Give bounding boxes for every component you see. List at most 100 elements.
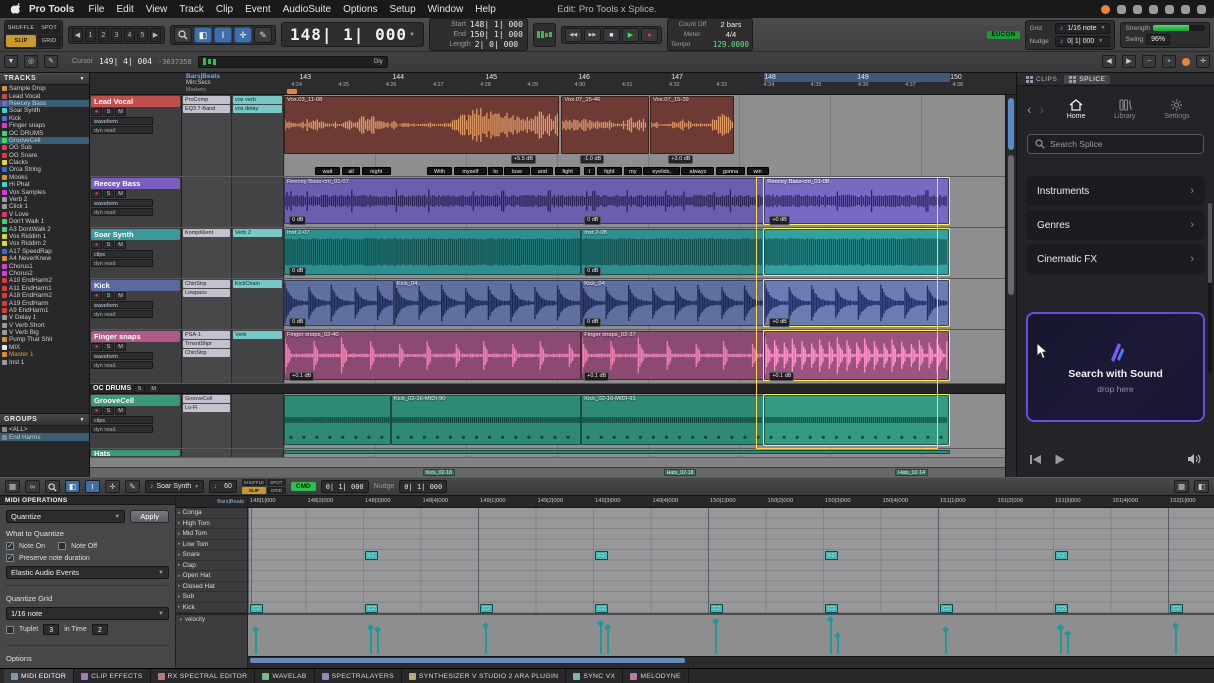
drum-lane-clap[interactable]: ▸Clap	[176, 561, 247, 572]
track-list-item-chorus1[interactable]: Chorus1	[0, 262, 89, 269]
note-off-checkbox[interactable]	[58, 542, 66, 550]
track-list-item-a9-endharm1[interactable]: A9 EndHarm1	[0, 307, 89, 314]
edit-vertical-scrollbar[interactable]	[1005, 95, 1016, 477]
velocity-stem[interactable]	[485, 626, 487, 654]
strength-slider[interactable]	[1153, 25, 1205, 31]
scrollbar-thumb[interactable]	[250, 658, 685, 663]
apply-button[interactable]: Apply	[130, 510, 169, 523]
counter-caret-icon[interactable]: ▼	[409, 32, 415, 38]
track-list-item-mix[interactable]: MIX	[0, 344, 89, 351]
track-list-item-groovecell[interactable]: GrooveCell	[0, 137, 89, 144]
roll-ruler-label[interactable]: Bars|Beats	[176, 496, 247, 508]
play-button[interactable]: ▶	[622, 28, 639, 42]
midi-mode-grid[interactable]: GRID	[267, 487, 286, 494]
keyboard-icon[interactable]	[1117, 5, 1126, 14]
track-view-selector[interactable]: clips	[91, 416, 153, 424]
lyric-chip[interactable]: always	[681, 167, 714, 175]
main-counter-cluster[interactable]: 148| 1| 000 ▼	[281, 22, 424, 47]
nudge-value[interactable]: ♪0| 1| 000▼	[1055, 36, 1111, 47]
record-arm-button[interactable]: ●	[91, 108, 102, 116]
track-name[interactable]: Soar Synth	[91, 229, 180, 240]
elastic-audio-events-selector[interactable]: Elastic Audio Events▼	[6, 566, 169, 579]
menu-event[interactable]: Event	[239, 4, 277, 15]
audio-clip[interactable]: Reecey Bass-cm_01-08	[764, 178, 948, 224]
groups-panel-header[interactable]: GROUPS▼	[0, 414, 89, 426]
velocity-stem[interactable]	[830, 620, 832, 654]
fast-forward-button[interactable]: ▶▶	[584, 28, 601, 42]
audio-clip[interactable]	[284, 450, 950, 454]
trim-tool-icon[interactable]: ◧	[65, 480, 80, 493]
track-list-item-og-sub[interactable]: OG Sub	[0, 144, 89, 151]
zoom-preset-5[interactable]: 5	[137, 28, 148, 42]
automation-mode-selector[interactable]: dyn read	[91, 361, 153, 369]
track-list-item-vox-samples[interactable]: Vox Samples	[0, 188, 89, 195]
track-list-item-a18-endharm2[interactable]: A18 EndHarm2	[0, 292, 89, 299]
send-verb-2[interactable]: Verb 2	[233, 229, 282, 237]
bottom-tab-wavelab[interactable]: WAVELAB	[255, 669, 314, 683]
audio-clip[interactable]: Vox.03_11-08	[284, 96, 559, 154]
overview-strip[interactable]: Kick_02-18Hats_02-18Hats_02-14	[90, 467, 1016, 477]
pencil-icon[interactable]: ✎	[44, 55, 58, 68]
track-list-item-pump-that-shit[interactable]: Pump That Shit	[0, 336, 89, 343]
grabber-tool[interactable]: ✛	[234, 27, 252, 43]
drum-lane-mid-tom[interactable]: ▸Mid Tom	[176, 529, 247, 540]
midi-note-snare[interactable]: F2	[365, 551, 378, 560]
insert-chinstrp[interactable]: ChinStrp	[183, 349, 230, 357]
count-off-value[interactable]: 2 bars	[721, 20, 742, 29]
next-marker-button[interactable]: ▶	[1122, 55, 1136, 68]
pencil-tool-icon[interactable]: ✎	[125, 480, 140, 493]
menu-view[interactable]: View	[140, 4, 174, 15]
midi-note-kick[interactable]: C2	[1170, 604, 1183, 613]
battery-icon[interactable]	[1165, 5, 1174, 14]
operation-selector[interactable]: Quantize▼	[6, 510, 125, 523]
splice-nav-home[interactable]: Home	[1067, 99, 1086, 120]
track-name[interactable]: Lead Vocal	[91, 96, 180, 107]
tab-splice[interactable]: SPLICE	[1064, 75, 1110, 84]
lyric-chip[interactable]: eyelids,	[643, 167, 680, 175]
menu-setup[interactable]: Setup	[384, 4, 422, 15]
menu-clip[interactable]: Clip	[210, 4, 239, 15]
audio-clip[interactable]: Reecey Bass-cm_01-07	[284, 178, 764, 224]
notification-badge[interactable]	[1101, 5, 1110, 14]
rewind-button[interactable]: ◀◀	[565, 28, 582, 42]
expand-lane-icon[interactable]: ▸	[178, 604, 181, 610]
cursor-tool-icon[interactable]: ▼	[4, 55, 18, 68]
audio-clip[interactable]: Vox.07_15-39	[650, 96, 734, 154]
expand-lane-icon[interactable]: ▸	[178, 552, 181, 558]
automation-mode-selector[interactable]: dyn read	[91, 310, 153, 318]
track-list-item-v-delay-1[interactable]: V Delay 1	[0, 314, 89, 321]
track-list-item-chorus2[interactable]: Chorus2	[0, 270, 89, 277]
track-lane-hats[interactable]	[284, 449, 1016, 457]
markers-ruler-label[interactable]: Markers	[186, 87, 284, 94]
send-kickchain[interactable]: KickChain	[233, 280, 282, 288]
mode-grid[interactable]: GRID	[37, 35, 61, 47]
insert-lowpass[interactable]: Lowpass	[183, 289, 230, 297]
mute-button[interactable]: M	[115, 343, 126, 351]
track-list-item-reecey-bass[interactable]: Reecey Bass	[0, 100, 89, 107]
forward-icon[interactable]: ›	[1040, 102, 1045, 116]
track-list-item-a3-dontwalk-2[interactable]: A3 DontWalk 2	[0, 225, 89, 232]
velocity-stem[interactable]	[715, 622, 717, 654]
track-list-item-sample-drop[interactable]: Sample Drop	[0, 85, 89, 92]
track-list-item-master-1[interactable]: Master 1	[0, 351, 89, 358]
track-list-item-kick[interactable]: Kick	[0, 115, 89, 122]
track-list-item-finger-snaps[interactable]: Finger snaps	[0, 122, 89, 129]
splice-scrollbar[interactable]	[1208, 203, 1212, 373]
midi-note-kick[interactable]: C2	[480, 604, 493, 613]
midi-mode-shuffle[interactable]: SHUFFLE	[242, 479, 266, 486]
insert-psa-1[interactable]: PSA-1	[183, 331, 230, 339]
lyric-chip[interactable]: all	[342, 167, 360, 175]
audio-clip[interactable]	[764, 229, 948, 275]
track-lane-soar-synth[interactable]: Inst 2-07Inst 2-080 dB0 dB	[284, 228, 1016, 278]
insert-chinstrp[interactable]: ChinStrp	[183, 280, 230, 288]
insert-eq3-7-band[interactable]: EQ3 7-Band	[183, 105, 230, 113]
midi-note-kick[interactable]: C2	[595, 604, 608, 613]
audio-clip[interactable]: Kick_02-16-MIDI-91	[581, 395, 764, 445]
apple-menu-icon[interactable]	[10, 3, 21, 16]
insert-procomp[interactable]: ProComp	[183, 96, 230, 104]
solo-button[interactable]: S	[103, 108, 114, 116]
mute-button[interactable]: M	[115, 241, 126, 249]
track-list-item-a10-endharm2[interactable]: A10 EndHarm2	[0, 277, 89, 284]
track-name[interactable]: GrooveCell	[91, 395, 180, 406]
drum-lane-closed-hat[interactable]: ▸Closed Hat	[176, 582, 247, 593]
